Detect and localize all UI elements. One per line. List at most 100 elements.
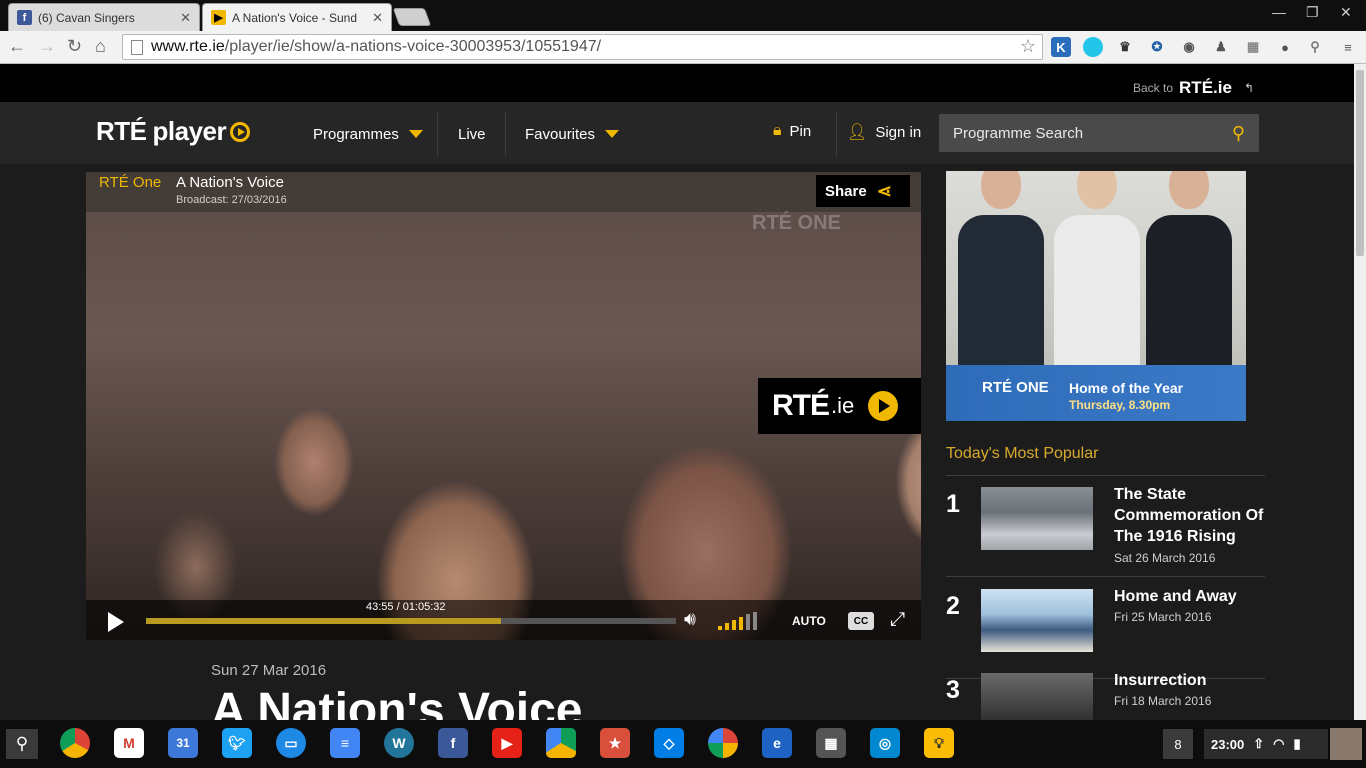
page-scrollbar[interactable] (1354, 64, 1366, 720)
bookmark-star-icon[interactable]: ☆ (1020, 36, 1036, 57)
upload-icon: ⇧ (1253, 736, 1265, 751)
extension-k-icon[interactable]: K (1051, 37, 1071, 57)
extension-chat-icon[interactable] (1083, 37, 1103, 57)
popular-title[interactable]: Home and Away (1114, 586, 1264, 607)
rte-player-icon: ▶ (211, 10, 226, 25)
youtube-icon[interactable]: ▶ (492, 728, 522, 758)
progress-fill (146, 618, 502, 624)
play-circle-icon (868, 391, 899, 421)
video-player[interactable]: RTÉ One A Nation's Voice Broadcast: 27/0… (86, 172, 921, 640)
forward-arrow-icon[interactable]: → (38, 36, 56, 57)
popular-thumbnail[interactable] (981, 589, 1093, 652)
browser-tab-facebook[interactable]: f (6) Cavan Singers ✕ (8, 3, 200, 31)
sign-in-label: Sign in (875, 123, 922, 141)
play-icon[interactable] (108, 612, 124, 632)
drive-icon[interactable] (546, 728, 576, 758)
user-icon: 👤︎ (847, 124, 868, 141)
playback-time: 43:55 / 01:05:32 (366, 601, 446, 613)
reload-icon[interactable]: ↻ (67, 36, 82, 57)
player-info-bar: RTÉ One A Nation's Voice Broadcast: 27/0… (86, 172, 921, 212)
programme-date: Sun 27 Mar 2016 (211, 662, 327, 679)
sign-in-button[interactable]: 👤︎ Sign in (847, 122, 921, 142)
back-to-rte-link[interactable]: Back to RTÉ.ie ↰ (1133, 78, 1254, 98)
channel-watermark: RTÉ ONE (752, 212, 841, 234)
popular-item[interactable]: 3 Insurrection Fri 18 March 2016 (946, 662, 1265, 720)
battery-icon: ▮ (1293, 736, 1301, 751)
nav-live-label: Live (458, 125, 486, 143)
gmail-icon[interactable]: M (114, 728, 144, 758)
page-icon (131, 39, 143, 55)
scrollbar-thumb[interactable] (1356, 70, 1364, 256)
extension-bulb-icon[interactable]: ◉ (1179, 37, 1199, 57)
captions-button[interactable]: CC (848, 612, 874, 630)
dropbox-icon[interactable]: ◇ (654, 728, 684, 758)
wordpress-icon[interactable]: W (384, 728, 414, 758)
twitter-icon[interactable]: 🐦︎ (222, 728, 252, 758)
nav-divider (505, 112, 506, 156)
promo-person-head (981, 171, 1021, 209)
nav-favourites[interactable]: Favourites (525, 113, 620, 155)
extension-crown-icon[interactable]: ♛ (1115, 37, 1135, 57)
nav-programmes-label: Programmes (313, 125, 399, 143)
system-tray[interactable]: 23:00 ⇧ ◠ ▮ (1204, 729, 1328, 759)
facebook-icon[interactable]: f (438, 728, 468, 758)
home-icon[interactable]: ⌂ (95, 36, 106, 57)
close-icon[interactable]: ✕ (372, 10, 383, 26)
restore-icon[interactable]: ❐ (1306, 4, 1319, 21)
avatar[interactable] (1330, 728, 1362, 760)
ie-icon[interactable]: e (762, 728, 792, 758)
new-tab-button[interactable] (392, 8, 432, 26)
keep-icon[interactable]: 💡︎ (924, 728, 954, 758)
calendar-icon[interactable]: 31 (168, 728, 198, 758)
volume-icon[interactable]: 🔊︎ (684, 609, 696, 631)
browser-tab-rte[interactable]: ▶ A Nation's Voice - Sund ✕ (202, 3, 392, 31)
minimize-icon[interactable]: — (1272, 4, 1286, 20)
nav-programmes[interactable]: Programmes (313, 113, 423, 155)
nav-live[interactable]: Live (458, 113, 486, 155)
extension-person-icon[interactable]: ♟ (1211, 37, 1231, 57)
search-icon[interactable]: ⚲ (1232, 123, 1245, 144)
pin-button[interactable]: 🔒︎ Pin (773, 122, 811, 140)
quality-selector[interactable]: AUTO (792, 614, 826, 628)
bookmark-icon[interactable]: ★ (600, 728, 630, 758)
back-arrow-icon[interactable]: ← (8, 36, 26, 57)
address-bar[interactable]: www.rte.ie/player/ie/show/a-nations-voic… (122, 34, 1043, 60)
popular-title[interactable]: Insurrection (1114, 670, 1264, 691)
rte-player-logo[interactable]: RTÉ player (96, 116, 251, 147)
browser-toolbar: ← → ↻ ⌂ www.rte.ie/player/ie/show/a-nati… (0, 31, 1366, 64)
files-icon[interactable]: ▭ (276, 728, 306, 758)
popular-item[interactable]: 1 The State Commemoration Of The 1916 Ri… (946, 476, 1265, 577)
search-input[interactable] (939, 114, 1219, 152)
picasa-icon[interactable] (708, 728, 738, 758)
notification-count[interactable]: 8 (1163, 729, 1193, 759)
url-host: www.rte.ie (151, 38, 225, 55)
calculator-icon[interactable]: ▦ (816, 728, 846, 758)
share-button[interactable]: Share ⋖ (816, 175, 910, 207)
close-icon[interactable]: ✕ (180, 10, 191, 26)
rte-topbar: Back to RTÉ.ie ↰ (0, 64, 1354, 102)
promo-banner[interactable]: RTÉ ONE Home of the Year Thursday, 8.30p… (946, 171, 1246, 421)
most-popular-heading: Today's Most Popular (946, 445, 1099, 462)
return-arrow-icon: ↰ (1243, 81, 1254, 95)
progress-bar[interactable] (146, 618, 676, 624)
close-window-icon[interactable]: ✕ (1340, 4, 1352, 21)
extension-puzzle-icon[interactable]: ▦ (1243, 37, 1263, 57)
popular-thumbnail[interactable] (981, 487, 1093, 550)
show-title: A Nation's Voice (176, 174, 284, 191)
docs-icon[interactable]: ≡ (330, 728, 360, 758)
popular-thumbnail[interactable] (981, 673, 1093, 720)
badge-rte: RTÉ (772, 389, 830, 422)
popular-title[interactable]: The State Commemoration Of The 1916 Risi… (1114, 484, 1264, 547)
extension-star-icon[interactable]: ✪ (1147, 37, 1167, 57)
volume-level[interactable] (718, 612, 757, 630)
fullscreen-icon[interactable]: ⤢ (890, 609, 905, 631)
promo-title: Home of the Year (1069, 380, 1184, 396)
lock-icon: 🔒︎ (773, 122, 782, 139)
extension-circle-icon[interactable]: ● (1275, 37, 1295, 57)
chrome-icon[interactable] (60, 728, 90, 758)
extension-search-icon[interactable]: ⚲ (1305, 37, 1325, 57)
camera-icon[interactable]: ◎ (870, 728, 900, 758)
menu-icon[interactable]: ≡ (1338, 37, 1358, 57)
volume-bar (718, 626, 722, 630)
launcher-search-icon[interactable]: ⚲ (6, 729, 38, 759)
